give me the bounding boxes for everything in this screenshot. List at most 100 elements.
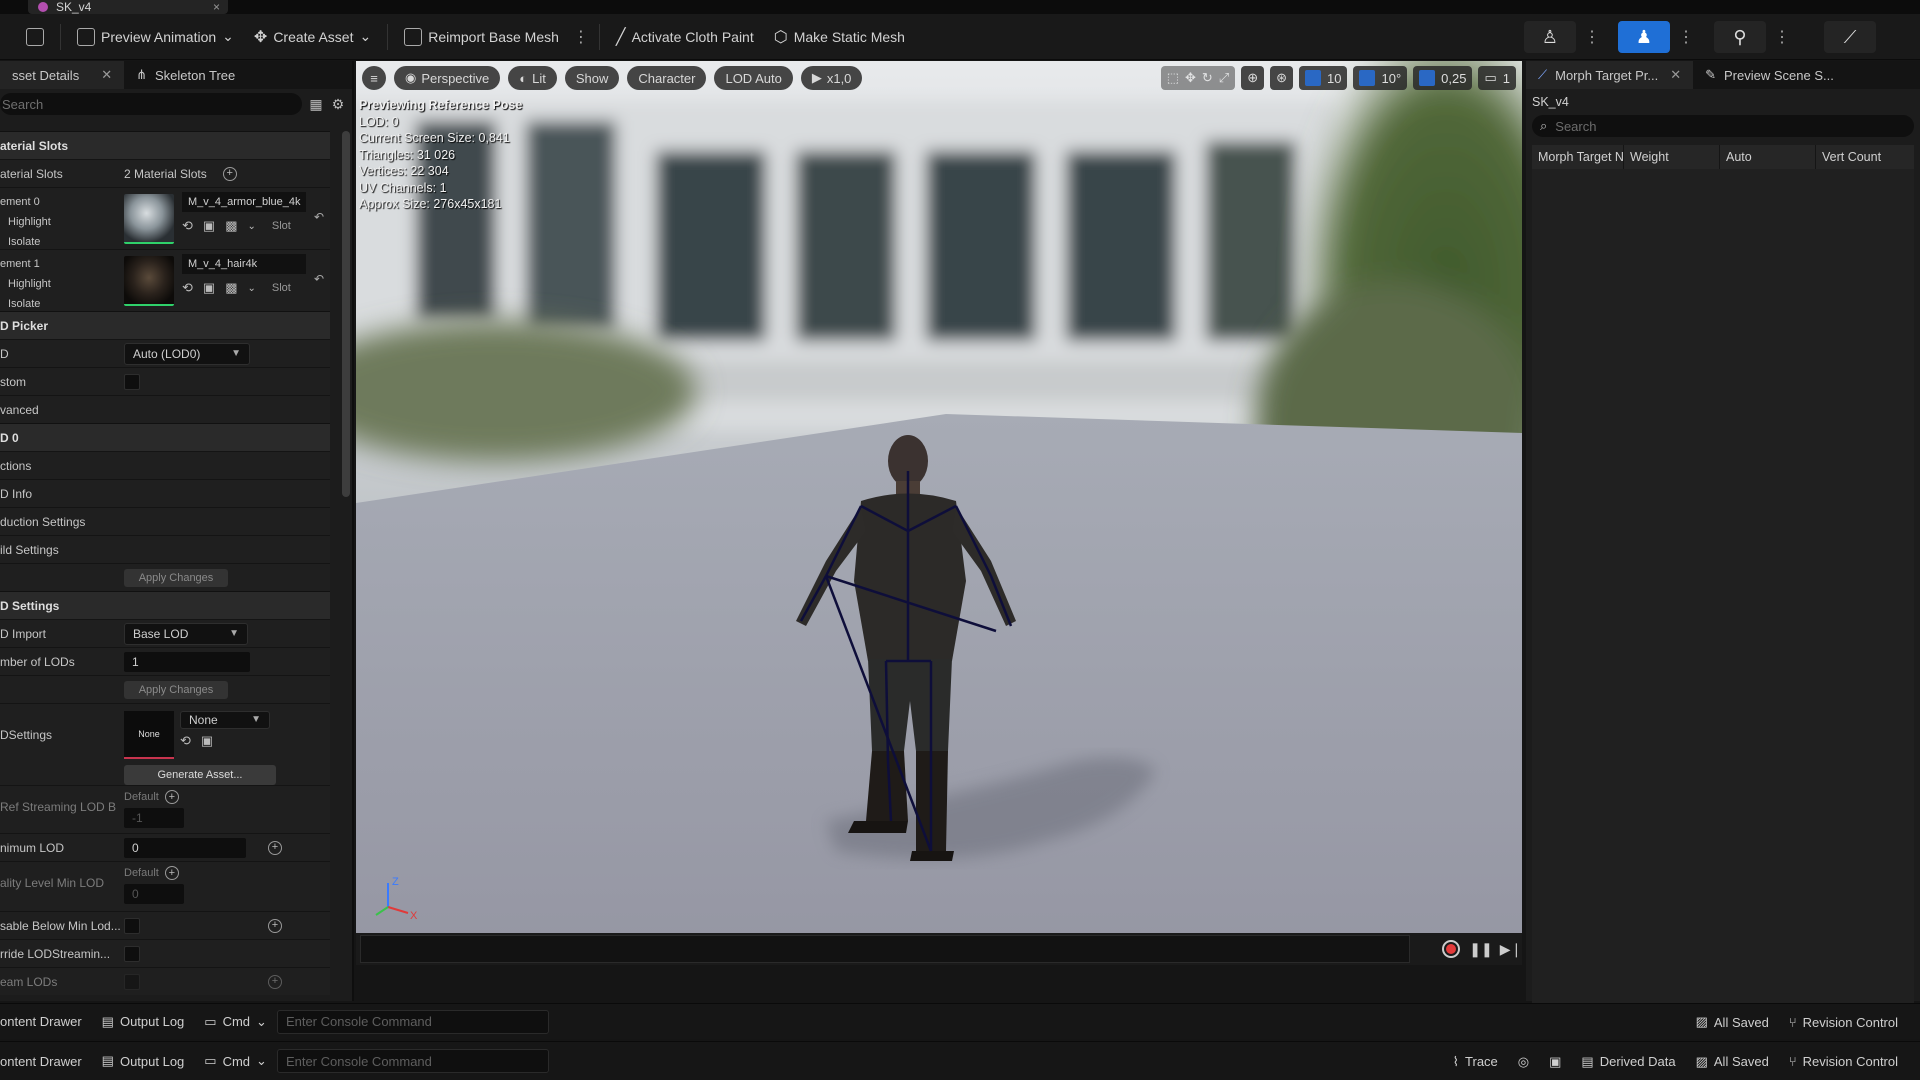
use-selected-icon[interactable]: ⟲ (182, 280, 193, 296)
output-log-button-2[interactable]: ▤ Output Log (92, 1053, 195, 1069)
scale-snap-group[interactable]: 0,25 (1413, 66, 1473, 90)
tab-preview-scene-settings[interactable]: ✎ Preview Scene S... (1693, 61, 1846, 89)
ref-streaming-input[interactable]: -1 (124, 808, 184, 828)
cmd-selector-2[interactable]: ▭ Cmd ⌄ (194, 1053, 277, 1069)
chevron-down-icon[interactable]: ⌄ (248, 221, 256, 232)
quality-min-lod-input[interactable]: 0 (124, 884, 184, 904)
use-selected-icon[interactable]: ⟲ (182, 218, 193, 234)
rotation-snap-group[interactable]: 10° (1353, 66, 1408, 90)
morph-search-input[interactable]: ⌕ Search (1532, 115, 1914, 137)
build-settings-row[interactable]: ild Settings (0, 535, 330, 563)
revision-control-button-2[interactable]: ⑂ Revision Control (1779, 1054, 1908, 1069)
close-icon[interactable]: ✕ (101, 67, 112, 83)
browse-icon[interactable]: ▣ (201, 733, 213, 749)
browse-asset-button[interactable] (16, 21, 54, 53)
generate-asset-button[interactable]: Generate Asset... (124, 765, 276, 785)
section-material-slots[interactable]: aterial Slots (0, 131, 330, 159)
stream-lods-checkbox[interactable] (124, 973, 140, 990)
override-lod-streaming-checkbox[interactable] (124, 945, 140, 962)
timeline-track[interactable] (360, 935, 1411, 963)
mesh-mode-button[interactable]: ♟ (1618, 21, 1670, 53)
coord-system-button[interactable]: ⊕ (1241, 66, 1265, 90)
all-saved-button[interactable]: ▨ All Saved (1686, 1014, 1779, 1030)
element-1-material-picker[interactable]: M_v_4_hair4k (182, 254, 306, 274)
cmd-selector[interactable]: ▭ Cmd ⌄ (194, 1014, 277, 1030)
section-lod0[interactable]: D 0 (0, 423, 330, 451)
surface-snap-button[interactable]: ⊛ (1270, 66, 1294, 90)
lod-auto-button[interactable]: LOD Auto (714, 66, 793, 90)
add-platform-override-icon[interactable]: + (268, 918, 282, 933)
advanced-row[interactable]: vanced (0, 395, 330, 423)
section-lod-settings[interactable]: D Settings (0, 591, 330, 619)
viewport-menu-button[interactable]: ≡ (362, 66, 386, 90)
trace-button[interactable]: ⌇ Trace (1443, 1054, 1508, 1070)
character-button[interactable]: Character (627, 66, 707, 90)
section-lod-picker[interactable]: D Picker (0, 311, 330, 339)
disable-below-min-checkbox[interactable] (124, 917, 140, 934)
all-saved-button-2[interactable]: ▨ All Saved (1686, 1054, 1779, 1070)
lod-info-row[interactable]: D Info (0, 479, 330, 507)
preview-viewport[interactable]: ≡ ◉ Perspective ◐ Lit Show Character LOD A… (356, 61, 1522, 965)
chevron-down-icon[interactable]: ⌄ (248, 283, 256, 294)
record-button[interactable] (1440, 938, 1462, 960)
move-icon[interactable]: ✥ (1185, 70, 1196, 86)
mesh-options-icon[interactable]: ⋮ (1674, 27, 1698, 47)
custom-checkbox[interactable] (124, 373, 140, 390)
scale-icon[interactable]: ⤢ (1219, 70, 1229, 86)
material-options-icon[interactable]: ▩ (225, 218, 237, 234)
column-weight[interactable]: Weight (1624, 145, 1720, 169)
column-morph-target-name[interactable]: Morph Target N (1532, 145, 1624, 169)
number-of-lods-input[interactable]: 1 (124, 651, 250, 672)
camera-speed-group[interactable]: ▭ 1 (1478, 66, 1516, 90)
lod-dropdown[interactable]: Auto (LOD0) ▼ (124, 342, 250, 365)
revision-control-button[interactable]: ⑂ Revision Control (1779, 1015, 1908, 1030)
preview-animation-button[interactable]: Preview Animation ⌄ (67, 21, 244, 53)
rotate-icon[interactable]: ↻ (1202, 70, 1213, 86)
tab-asset-details[interactable]: sset Details ✕ (0, 61, 125, 89)
content-drawer-button[interactable]: ontent Drawer (0, 1014, 92, 1029)
activate-cloth-paint-button[interactable]: ╱ Activate Cloth Paint (606, 21, 764, 53)
apply-changes-button-2[interactable]: Apply Changes (124, 680, 228, 699)
element-0-highlight[interactable]: Highlight (0, 212, 124, 232)
details-search-input[interactable]: Search (0, 93, 302, 115)
pause-button[interactable]: ❚❚ (1469, 938, 1492, 960)
console-command-input-2[interactable]: Enter Console Command (276, 1049, 549, 1073)
add-platform-override-icon[interactable]: + (268, 840, 282, 855)
reduction-settings-row[interactable]: duction Settings (0, 507, 330, 535)
lodsettings-thumbnail[interactable]: None (124, 710, 174, 759)
perspective-button[interactable]: ◉ Perspective (394, 66, 501, 90)
skeleton-mode-button[interactable]: ♙ (1524, 21, 1576, 53)
reset-icon[interactable]: ↶ (314, 272, 324, 286)
show-button[interactable]: Show (564, 66, 620, 90)
armor-material-thumbnail[interactable] (124, 194, 174, 244)
add-platform-override-icon[interactable]: + (268, 974, 282, 989)
browse-icon[interactable]: ▣ (203, 218, 215, 234)
element-1-isolate[interactable]: Isolate (0, 294, 124, 314)
element-1-highlight[interactable]: Highlight (0, 274, 124, 294)
document-tab[interactable]: SK_v4 × (28, 0, 228, 14)
material-options-icon[interactable]: ▩ (225, 280, 237, 296)
lodsettings-dropdown[interactable]: None ▼ (180, 710, 270, 729)
console-command-input[interactable]: Enter Console Command (276, 1009, 549, 1034)
content-drawer-button-2[interactable]: ontent Drawer (0, 1054, 92, 1069)
add-override-icon[interactable]: + (164, 790, 179, 804)
make-static-mesh-button[interactable]: ⬡ Make Static Mesh (764, 21, 915, 53)
screenshot-button[interactable]: ▣ (1539, 1054, 1571, 1070)
element-0-material-picker[interactable]: M_v_4_armor_blue_4k (182, 192, 306, 212)
gear-icon[interactable]: ⚙ (330, 96, 346, 112)
playback-speed-button[interactable]: ▶ x1,0 (800, 66, 863, 90)
lod-import-dropdown[interactable]: Base LOD ▼ (124, 622, 248, 645)
add-material-slot-icon[interactable]: + (222, 166, 237, 181)
add-override-icon[interactable]: + (164, 866, 179, 880)
skeleton-options-icon[interactable]: ⋮ (1580, 27, 1604, 47)
grid-snap-group[interactable]: 10 (1299, 66, 1348, 90)
minimum-lod-input[interactable]: 0 (124, 837, 246, 858)
physics-mode-button[interactable]: ⟋ (1824, 21, 1876, 53)
browse-icon[interactable]: ▣ (203, 280, 215, 296)
close-icon[interactable]: ✕ (1670, 67, 1681, 83)
step-forward-button[interactable]: ▶❘ (1500, 938, 1522, 960)
column-auto[interactable]: Auto (1720, 145, 1816, 169)
column-vert-count[interactable]: Vert Count (1816, 145, 1914, 169)
apply-changes-button[interactable]: Apply Changes (124, 568, 228, 587)
animation-mode-button[interactable]: ⚲ (1714, 21, 1766, 53)
